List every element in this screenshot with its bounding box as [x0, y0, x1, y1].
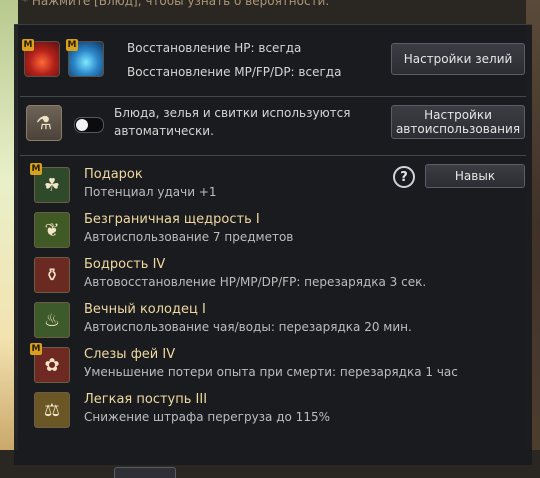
skill-description: Автоиспользование 7 предметов: [84, 230, 294, 244]
skill-row: ⚖ Легкая поступь III Снижение штрафа перег…: [14, 388, 532, 432]
skill-name: Бодрость IV: [84, 257, 166, 272]
skill-description: Потенциал удачи +1: [84, 185, 217, 199]
bottom-tab[interactable]: [114, 467, 176, 478]
skill-name: Вечный колодец I: [84, 302, 206, 317]
potion-set-icon[interactable]: ⚱: [34, 257, 70, 293]
flask-gear-icon: ⚗: [26, 105, 62, 141]
weight-icon[interactable]: ⚖: [34, 392, 70, 428]
auto-use-text-line2: автоматически.: [114, 124, 214, 138]
skill-name: Безграничная щедрость I: [84, 212, 260, 227]
skill-mastery-badge: M: [30, 343, 42, 355]
leaf-icon[interactable]: ❦: [34, 212, 70, 248]
skill-name: Легкая поступь III: [84, 392, 208, 407]
skill-row: ☘ M Подарок Потенциал удачи +1: [14, 163, 532, 207]
mp-restore-line: Восстановление MP/FP/DP: всегда: [127, 65, 342, 79]
skill-name: Слезы фей IV: [84, 347, 176, 362]
potions-section: M M Восстановление HP: всегда Восстановл…: [14, 25, 532, 91]
auto-use-settings-label-2: автоиспользования: [395, 122, 521, 136]
auto-use-settings-button[interactable]: Настройки автоиспользования: [391, 105, 525, 139]
skill-row: ⚱ Бодрость IV Автовосстановление HP/MP/DP/…: [14, 253, 532, 297]
section-divider: [20, 155, 526, 156]
tea-icon[interactable]: ♨: [34, 302, 70, 338]
auto-use-toggle[interactable]: [74, 117, 104, 133]
skill-description: Снижение штрафа перегруза до 115%: [84, 410, 330, 424]
top-hint-text: * Нажмите [Блюд], чтобы узнать о вероятн…: [22, 0, 330, 8]
hp-restore-line: Восстановление HP: всегда: [127, 41, 302, 55]
skill-row: ♨ Вечный колодец I Автоиспользование чая/в…: [14, 298, 532, 342]
skill-description: Уменьшение потери опыта при смерти: пере…: [84, 365, 458, 379]
skill-description: Автовосстановление HP/MP/DP/FP: перезаря…: [84, 275, 427, 289]
toggle-knob: [76, 119, 88, 131]
auto-use-settings-label-1: Настройки: [424, 108, 492, 122]
auto-use-panel: M M Восстановление HP: всегда Восстановл…: [14, 24, 532, 478]
auto-use-section: ⚗ Блюда, зелья и свитки используются авт…: [14, 97, 532, 155]
skill-row: ❦ Безграничная щедрость I Автоиспользовани…: [14, 208, 532, 252]
hp-potion-badge: M: [22, 39, 34, 51]
skill-name: Подарок: [84, 167, 143, 182]
skill-row: ✿ M Слезы фей IV Уменьшение потери опыта пр…: [14, 343, 532, 387]
potion-settings-button[interactable]: Настройки зелий: [391, 43, 525, 75]
mp-potion-badge: M: [66, 39, 78, 51]
skill-mastery-badge: M: [30, 163, 42, 175]
auto-use-text-line1: Блюда, зелья и свитки используются: [114, 106, 351, 120]
skill-description: Автоиспользование чая/воды: перезарядка …: [84, 320, 412, 334]
